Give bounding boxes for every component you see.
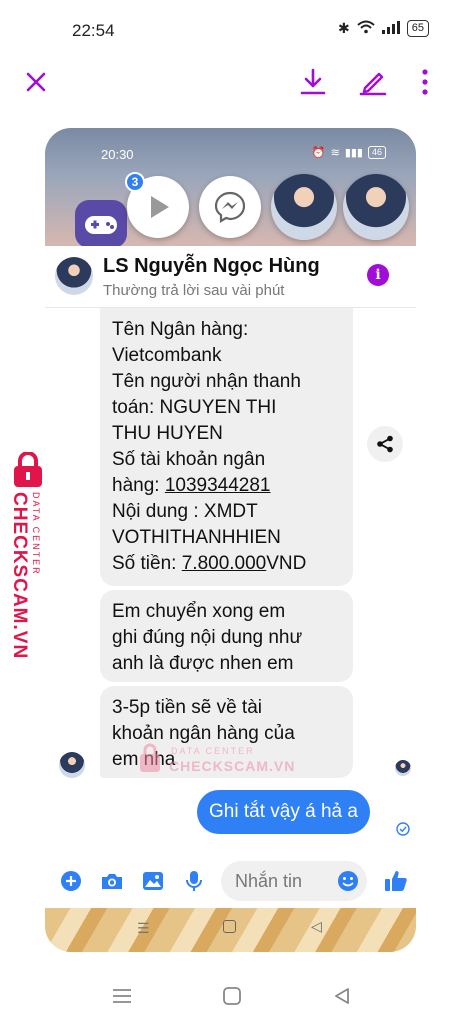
back-button[interactable] bbox=[332, 986, 352, 1006]
message-line: 3-5p tiền sẽ về tài bbox=[112, 697, 262, 718]
message-line: hàng: 1039344281 bbox=[112, 473, 341, 499]
messenger-bubble[interactable] bbox=[199, 176, 261, 238]
status-icons: ✱ 65 bbox=[338, 20, 429, 37]
recent-apps-button[interactable] bbox=[110, 986, 134, 1006]
share-button[interactable] bbox=[367, 426, 403, 462]
share-icon bbox=[377, 435, 393, 453]
message-line: Tên người nhận thanh bbox=[112, 371, 301, 392]
messenger-icon bbox=[214, 191, 246, 223]
bluetooth-icon: ✱ bbox=[338, 20, 350, 36]
edit-button[interactable] bbox=[355, 64, 391, 100]
pen-icon bbox=[359, 72, 387, 96]
wifi-icon bbox=[357, 20, 375, 37]
inner-battery: 46 bbox=[367, 146, 386, 159]
seen-avatar bbox=[395, 760, 411, 776]
close-button[interactable] bbox=[18, 64, 54, 100]
account-label: hàng: bbox=[112, 475, 165, 496]
amount-link[interactable]: 7.800.000 bbox=[182, 553, 267, 574]
watermark-small-text: DATA CENTER bbox=[171, 746, 255, 756]
inner-signal-icon: ▮▮▮ bbox=[344, 147, 363, 159]
watermark-big-text: CHECKSCAM.VN bbox=[169, 758, 296, 774]
message-line: Số tiền: 7.800.000VND bbox=[112, 551, 341, 577]
center-watermark: DATA CENTER CHECKSCAM.VN bbox=[137, 740, 297, 780]
watermark-small-text: DATA CENTER bbox=[31, 492, 41, 576]
camera-icon bbox=[102, 874, 122, 889]
inner-nav-bar: ☰ ◁ bbox=[45, 908, 416, 952]
info-button[interactable]: i bbox=[367, 264, 389, 286]
message-line: Vietcombank bbox=[112, 345, 222, 366]
home-button[interactable] bbox=[222, 986, 242, 1006]
inner-back-icon: ◁ bbox=[311, 918, 322, 934]
microphone-icon bbox=[186, 871, 202, 891]
inner-status-time: 20:30 bbox=[101, 147, 134, 162]
contact-avatar[interactable] bbox=[55, 257, 93, 295]
lock-logo-icon bbox=[14, 452, 42, 487]
message-line: Tên Ngân hàng: bbox=[112, 319, 249, 340]
emoji-icon[interactable] bbox=[337, 870, 359, 892]
camera-button[interactable] bbox=[97, 866, 127, 896]
bubble-badge: 3 bbox=[125, 172, 145, 192]
message-line: Số tài khoản ngân bbox=[112, 449, 266, 470]
alarm-icon: ⏰ bbox=[311, 147, 326, 159]
thumbs-up-icon bbox=[385, 871, 407, 891]
gallery-button[interactable] bbox=[138, 866, 168, 896]
inner-menu-icon: ☰ bbox=[137, 920, 150, 936]
plus-circle-icon bbox=[61, 871, 81, 891]
amount-currency: VND bbox=[266, 553, 307, 574]
message-line: VOTHITHANHHIEN bbox=[112, 527, 281, 548]
more-vertical-icon bbox=[422, 69, 428, 95]
status-bar: 22:54 ✱ 65 bbox=[0, 0, 461, 60]
chat-header: LS Nguyễn Ngọc Hùng Thường trả lời sau v… bbox=[45, 246, 416, 308]
message-transfer-note[interactable]: Em chuyển xong em ghi đúng nội dung như … bbox=[100, 590, 353, 682]
play-icon bbox=[151, 196, 169, 218]
message-input-placeholder: Nhắn tin bbox=[235, 870, 303, 891]
sent-message[interactable]: Ghi tắt vậy á hả a bbox=[197, 790, 370, 834]
close-icon bbox=[26, 72, 46, 92]
contact-status: Thường trả lời sau vài phút bbox=[103, 282, 285, 299]
voice-button[interactable] bbox=[179, 866, 209, 896]
signal-icon bbox=[381, 20, 400, 37]
message-line: Nội dung : XMDT bbox=[112, 501, 258, 522]
game-app-icon[interactable] bbox=[75, 200, 127, 248]
download-icon bbox=[300, 68, 326, 95]
add-button[interactable] bbox=[56, 866, 86, 896]
sender-avatar bbox=[59, 752, 85, 778]
like-button[interactable] bbox=[381, 866, 411, 896]
download-button[interactable] bbox=[295, 64, 331, 100]
contact-name[interactable]: LS Nguyễn Ngọc Hùng bbox=[103, 255, 320, 278]
back-triangle-icon bbox=[335, 988, 349, 1004]
contact-bubble-2[interactable] bbox=[343, 174, 409, 240]
home-square-icon bbox=[223, 987, 241, 1005]
system-nav-bar bbox=[0, 968, 461, 1024]
message-line: ghi đúng nội dung như bbox=[112, 627, 303, 648]
inner-status-icons: ⏰ ≋ ▮▮▮ 46 bbox=[312, 146, 386, 159]
side-watermark: DATA CENTER CHECKSCAM.VN bbox=[6, 452, 50, 659]
lock-logo-icon bbox=[140, 743, 160, 772]
amount-label: Số tiền: bbox=[112, 553, 182, 574]
info-icon: i bbox=[375, 267, 381, 283]
status-time: 22:54 bbox=[72, 21, 115, 40]
inner-home-icon bbox=[223, 920, 236, 933]
inner-wallpaper: 20:30 ⏰ ≋ ▮▮▮ 46 3 bbox=[45, 128, 416, 248]
message-line: THU HUYEN bbox=[112, 423, 223, 444]
viewer-toolbar bbox=[0, 62, 461, 106]
shared-screenshot: 20:30 ⏰ ≋ ▮▮▮ 46 3 LS Nguyễn Ngọc Hùng T… bbox=[45, 128, 416, 952]
composer-bar: Nhắn tin bbox=[45, 854, 416, 908]
message-line: Em chuyển xong em bbox=[112, 601, 286, 622]
image-icon bbox=[143, 872, 163, 890]
message-bank-info[interactable]: Tên Ngân hàng: Vietcombank Tên người nhậ… bbox=[100, 308, 353, 586]
message-line: anh là được nhen em bbox=[112, 653, 294, 674]
more-options-button[interactable] bbox=[407, 64, 443, 100]
battery-indicator: 65 bbox=[406, 20, 429, 37]
watermark-big-text: CHECKSCAM.VN bbox=[9, 492, 30, 660]
inner-wifi-icon: ≋ bbox=[330, 147, 340, 159]
menu-icon bbox=[113, 989, 131, 1003]
gamepad-icon bbox=[85, 216, 117, 234]
contact-bubble-1[interactable] bbox=[271, 174, 337, 240]
message-line: toán: NGUYEN THI bbox=[112, 397, 277, 418]
account-number-link[interactable]: 1039344281 bbox=[165, 475, 271, 496]
delivered-check-icon bbox=[396, 822, 410, 836]
message-input[interactable]: Nhắn tin bbox=[221, 861, 367, 901]
